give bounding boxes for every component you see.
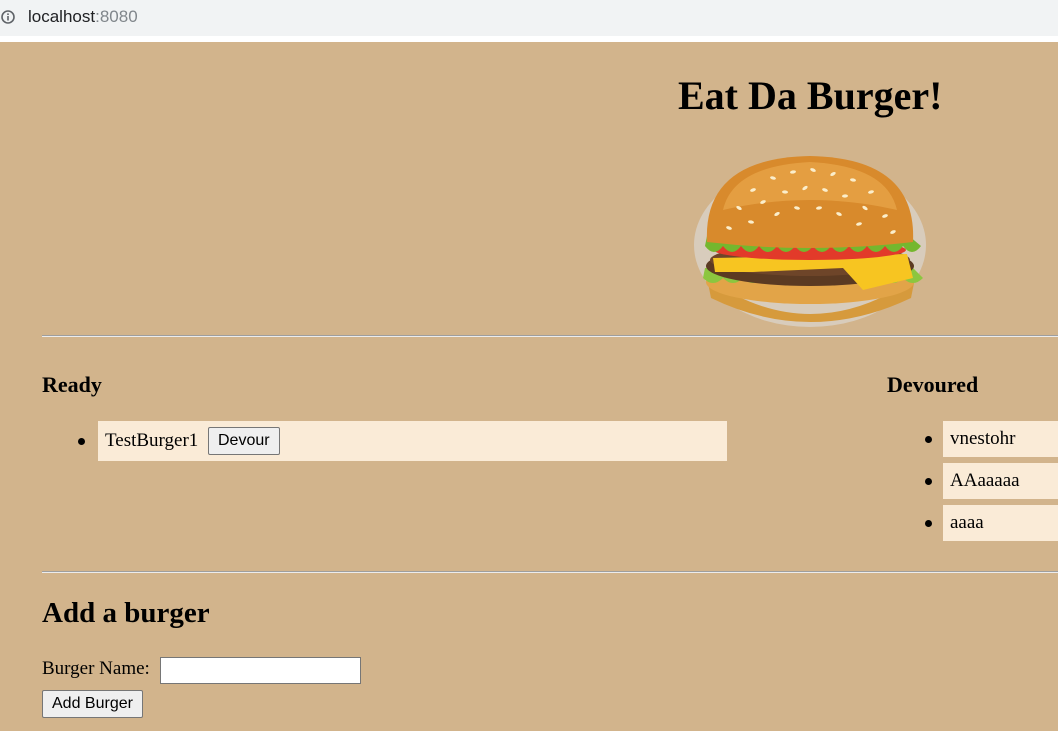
ready-heading: Ready <box>42 372 102 397</box>
divider <box>42 571 1058 573</box>
add-burger-heading: Add a burger <box>42 597 210 629</box>
url-text[interactable]: localhost:8080 <box>28 7 138 27</box>
burger-name: TestBurger1 <box>105 430 199 451</box>
devour-button[interactable]: Devour <box>208 427 280 455</box>
burger-name-input[interactable] <box>160 657 361 684</box>
list-bullet <box>925 520 932 527</box>
burger-name-label: Burger Name: <box>42 658 150 679</box>
url-port: :8080 <box>95 7 138 26</box>
list-bullet <box>925 478 932 485</box>
devoured-burger-item: aaaa <box>943 505 1058 541</box>
burger-image <box>694 156 926 327</box>
add-burger-button[interactable]: Add Burger <box>42 690 143 718</box>
page-title: Eat Da Burger! <box>678 73 943 118</box>
url-host: localhost <box>28 7 96 26</box>
devoured-burger-item: vnestohr <box>943 421 1058 457</box>
list-bullet <box>925 436 932 443</box>
browser-address-bar[interactable]: localhost:8080 <box>0 0 1058 42</box>
info-icon[interactable] <box>1 10 15 24</box>
list-bullet <box>78 438 85 445</box>
devoured-burger-item: AAaaaaa <box>943 463 1058 499</box>
divider <box>42 335 1058 337</box>
ready-burger-item: TestBurger1 Devour <box>98 421 727 461</box>
devoured-heading: Devoured <box>887 372 979 397</box>
